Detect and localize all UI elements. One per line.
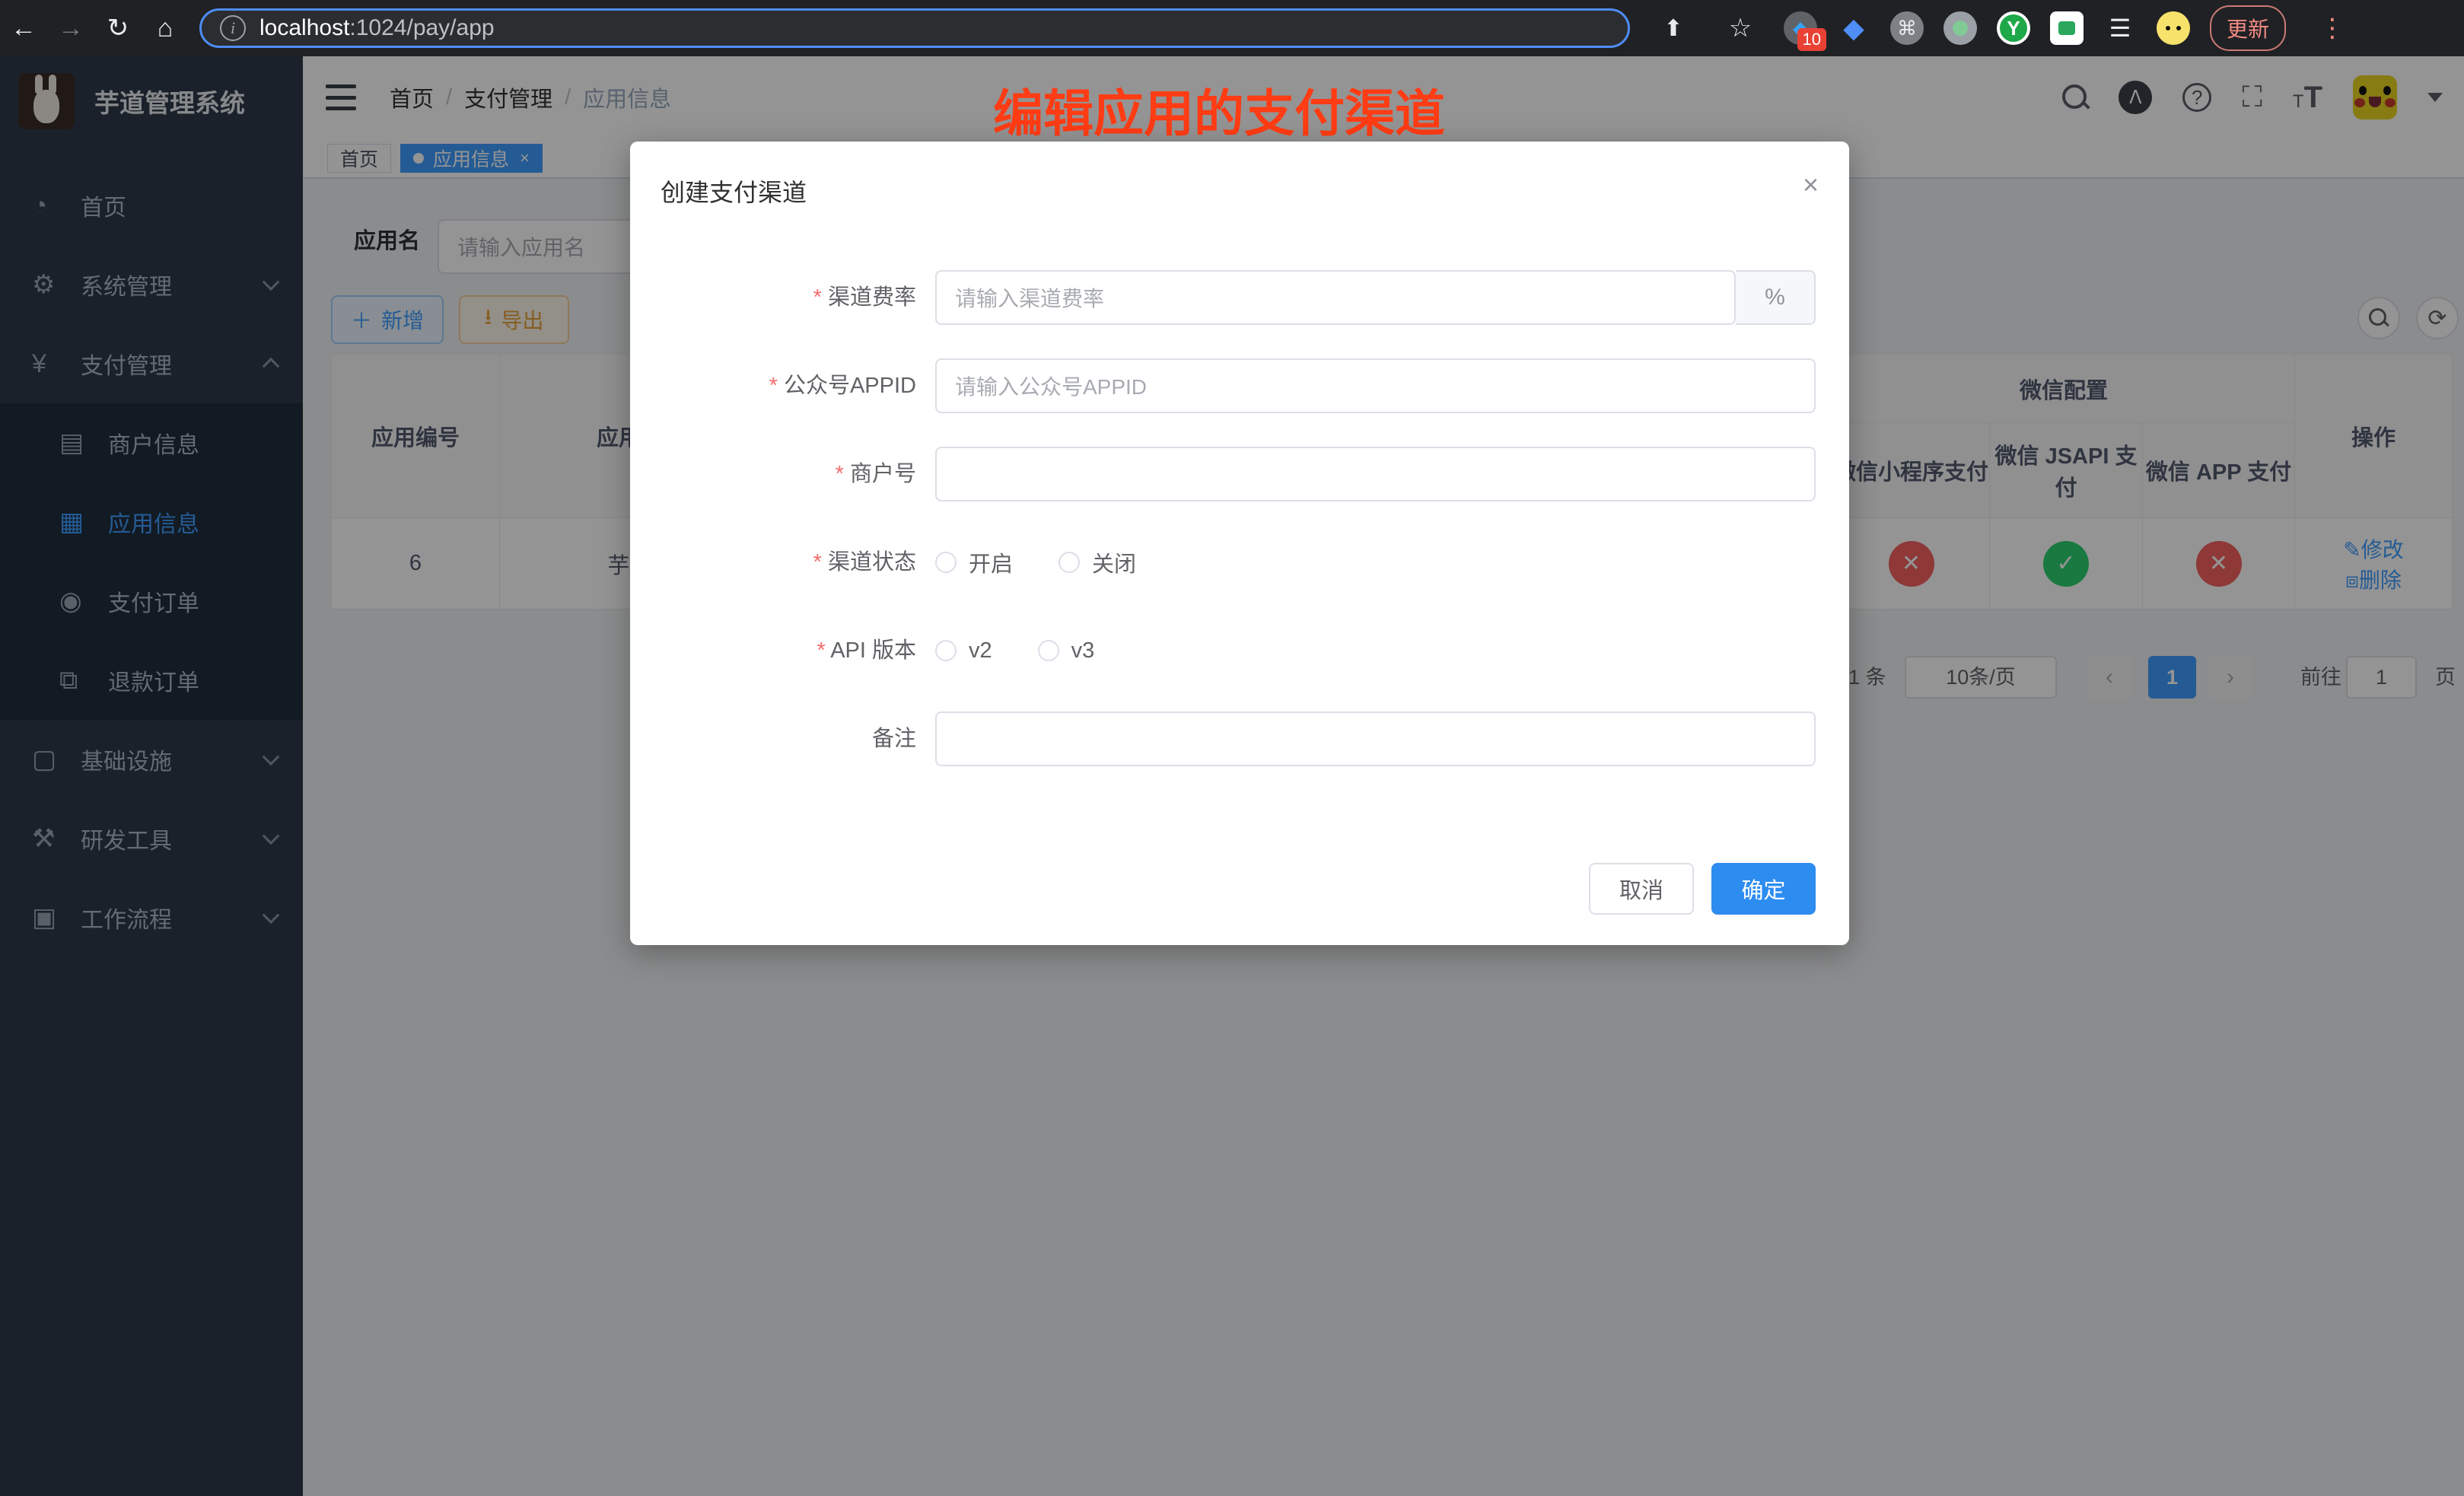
close-icon[interactable]: ×	[1803, 169, 1819, 201]
radio-circle-icon	[935, 640, 957, 661]
browser-update-button[interactable]: 更新	[2210, 5, 2286, 51]
extension-green-dot-icon[interactable]	[1944, 11, 1977, 45]
dialog-title: 创建支付渠道	[661, 173, 807, 208]
reload-icon[interactable]: ↻	[94, 13, 142, 43]
share-icon[interactable]: ⬆	[1650, 15, 1697, 42]
cancel-button[interactable]: 取消	[1589, 863, 1694, 915]
back-icon[interactable]: ←	[0, 14, 47, 43]
merchant-id-label: 商户号	[630, 447, 916, 501]
percent-addon: %	[1736, 270, 1816, 325]
radio-circle-icon	[1059, 552, 1080, 573]
rate-input[interactable]: 请输入渠道费率	[935, 270, 1736, 325]
address-bar[interactable]: i localhost:1024/pay/app	[199, 8, 1630, 48]
site-info-icon[interactable]: i	[220, 15, 246, 41]
annotation-text: 编辑应用的支付渠道	[993, 73, 1445, 146]
extension-y-icon[interactable]: Y	[1997, 11, 2030, 45]
radio-circle-icon	[1038, 640, 1059, 661]
status-label: 渠道状态	[630, 535, 916, 590]
api-version-label: API 版本	[630, 623, 916, 678]
merchant-id-input[interactable]	[935, 447, 1816, 501]
url-text[interactable]: localhost:1024/pay/app	[259, 15, 495, 41]
remark-input[interactable]	[935, 711, 1816, 766]
api-v3-radio[interactable]: v3	[1038, 638, 1095, 664]
browser-toolbar: ← → ↻ ⌂ i localhost:1024/pay/app ⬆ ☆ ◆ 1…	[0, 0, 2464, 56]
radio-circle-icon	[935, 552, 957, 573]
bookmark-star-icon[interactable]: ☆	[1717, 13, 1764, 43]
screen: ← → ↻ ⌂ i localhost:1024/pay/app ⬆ ☆ ◆ 1…	[0, 0, 2464, 1496]
extension-command-icon[interactable]: ⌘	[1890, 11, 1924, 45]
remark-label: 备注	[630, 711, 916, 766]
extension-tabs-icon[interactable]: ◆ 10	[1784, 11, 1817, 45]
status-open-radio[interactable]: 开启	[935, 546, 1013, 578]
api-v2-radio[interactable]: v2	[935, 638, 992, 664]
forward-icon[interactable]: →	[47, 14, 94, 43]
status-closed-radio[interactable]: 关闭	[1059, 546, 1136, 578]
create-channel-dialog: 创建支付渠道 × 渠道费率 请输入渠道费率 % 公众号APPID 请输入公众号A…	[630, 142, 1849, 945]
home-icon[interactable]: ⌂	[142, 14, 189, 43]
extension-kite-icon[interactable]: ◆	[1837, 11, 1870, 45]
extension-puzzle-icon[interactable]: ☰	[2103, 11, 2137, 45]
extension-badge: 10	[1797, 28, 1826, 51]
confirm-button[interactable]: 确定	[1711, 863, 1816, 915]
appid-label: 公众号APPID	[630, 358, 916, 413]
extension-emoji-icon[interactable]	[2157, 11, 2190, 45]
rate-label: 渠道费率	[630, 270, 916, 325]
appid-input[interactable]: 请输入公众号APPID	[935, 358, 1816, 413]
extension-chat-icon[interactable]	[2050, 11, 2084, 45]
browser-menu-icon[interactable]: ⋮	[2306, 13, 2359, 43]
